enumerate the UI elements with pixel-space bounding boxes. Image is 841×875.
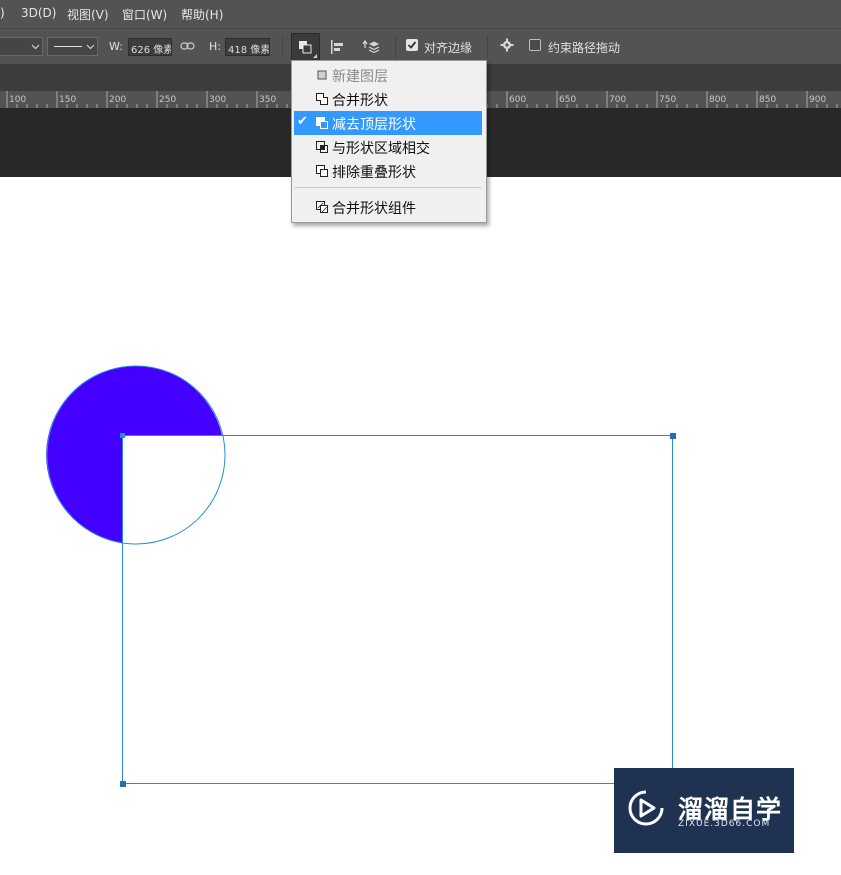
align-edges-label: 对齐边缘 xyxy=(424,41,473,55)
path-arrangement-button[interactable] xyxy=(359,35,383,59)
path-alignment-button[interactable] xyxy=(327,35,349,59)
height-label: H: xyxy=(209,40,221,53)
ruler-label: 650 xyxy=(559,95,577,105)
ruler-label: 900 xyxy=(809,95,827,105)
checkmark-icon xyxy=(407,41,417,49)
ruler-label: 350 xyxy=(259,95,277,105)
width-label: W: xyxy=(109,40,123,53)
chevron-down-icon xyxy=(86,44,95,50)
stroke-type-select[interactable] xyxy=(47,37,98,56)
anchor-point[interactable] xyxy=(120,433,125,438)
menu-item-merge-shape-components[interactable]: 合并形状组件 xyxy=(294,195,482,219)
dropdown-corner-icon xyxy=(313,54,317,58)
path-operations-button[interactable] xyxy=(291,33,320,61)
constrain-path-checkbox[interactable] xyxy=(529,39,541,51)
menu-item-new-layer[interactable]: 新建图层 xyxy=(294,63,482,87)
rectangle-path-outline[interactable] xyxy=(122,435,673,784)
path-operations-menu: 新建图层 合并形状 ✔ 减去顶层形状 与形状区域相交 排除重叠形状 合并形状组件 xyxy=(291,60,487,223)
menu-item-exclude-overlapping-shapes[interactable]: 排除重叠形状 xyxy=(294,159,482,183)
width-field[interactable]: 626 像素 xyxy=(128,38,172,56)
intersect-shape-areas-icon xyxy=(316,141,328,153)
divider xyxy=(395,36,396,58)
divider xyxy=(282,36,283,58)
chevron-down-icon xyxy=(31,44,40,50)
arrange-layers-icon xyxy=(362,39,380,54)
menu-item-combine-shapes[interactable]: 合并形状 xyxy=(294,87,482,111)
constrain-path-label: 约束路径拖动 xyxy=(548,41,621,55)
ruler-label: 750 xyxy=(659,95,677,105)
ruler-label: 200 xyxy=(109,95,127,105)
ruler-label: 600 xyxy=(509,95,527,105)
ruler-label: 100 xyxy=(9,95,27,105)
ruler-label: 150 xyxy=(59,95,77,105)
play-logo-icon xyxy=(628,790,664,826)
checkmark-icon: ✔ xyxy=(297,114,308,129)
merge-shape-components-icon xyxy=(316,201,328,213)
exclude-overlapping-shapes-icon xyxy=(316,165,328,177)
menu-divider xyxy=(295,187,481,188)
ruler-label: 250 xyxy=(159,95,177,105)
menu-item-truncated[interactable]: ) xyxy=(0,6,5,20)
divider xyxy=(487,36,488,58)
menu-item-subtract-front-shape[interactable]: ✔ 减去顶层形状 xyxy=(294,111,482,135)
stroke-width-select[interactable] xyxy=(0,37,43,56)
gear-icon xyxy=(500,38,514,52)
ruler-label: 800 xyxy=(709,95,727,105)
height-field[interactable]: 418 像素 xyxy=(225,38,270,56)
subtract-front-shape-icon xyxy=(316,117,328,129)
link-icon[interactable] xyxy=(180,41,195,51)
anchor-point[interactable] xyxy=(120,781,126,787)
ruler-label: 700 xyxy=(609,95,627,105)
new-layer-icon xyxy=(317,70,327,80)
watermark-subtitle: ZIXUE.3D66.COM xyxy=(678,819,771,829)
align-left-icon xyxy=(331,40,343,54)
menu-item-3d[interactable]: 3D(D) xyxy=(21,6,56,20)
ruler-label: 300 xyxy=(209,95,227,105)
menu-item-window[interactable]: 窗口(W) xyxy=(122,6,167,23)
menu-item-view[interactable]: 视图(V) xyxy=(67,6,109,23)
watermark-logo: 溜溜自学 ZIXUE.3D66.COM xyxy=(614,768,794,853)
combine-shapes-icon xyxy=(316,93,328,105)
menu-item-intersect-shape-areas[interactable]: 与形状区域相交 xyxy=(294,135,482,159)
menu-item-help[interactable]: 帮助(H) xyxy=(181,6,223,23)
settings-button[interactable] xyxy=(498,37,518,57)
ruler-label: 850 xyxy=(759,95,777,105)
align-edges-checkbox[interactable] xyxy=(406,39,418,51)
menu-bar: ) 3D(D) 视图(V) 窗口(W) 帮助(H) xyxy=(0,0,841,28)
subtract-front-shape-icon xyxy=(299,41,312,54)
stroke-line-preview xyxy=(54,46,82,47)
anchor-point[interactable] xyxy=(670,433,676,439)
